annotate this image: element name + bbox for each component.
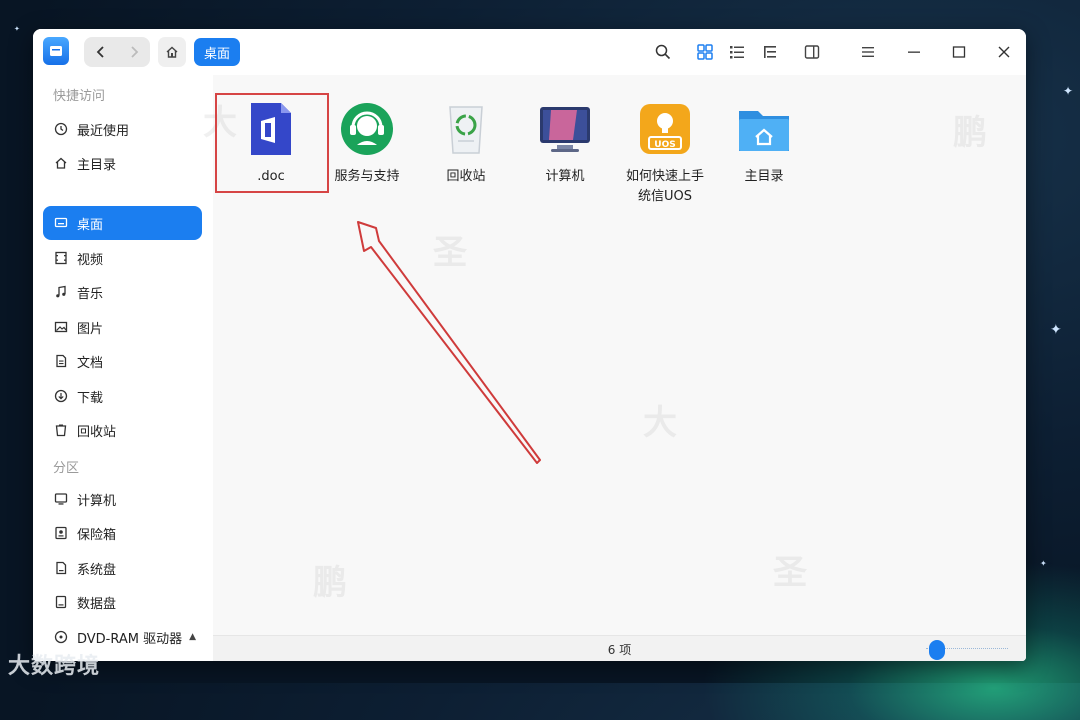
sidebar-item-label: 桌面 [77, 217, 104, 233]
navigation-buttons [84, 37, 150, 67]
sidebar-item-data-disk[interactable]: 数据盘 [43, 585, 202, 619]
document-icon [53, 353, 69, 369]
list-view-icon [730, 46, 744, 59]
sidebar-group-quick-access: 快捷访问 [53, 89, 106, 104]
back-button[interactable] [84, 37, 117, 67]
sidebar-item-label: 计算机 [77, 493, 117, 509]
star-decoration: ✦ [1063, 84, 1074, 98]
annotation-arrow [357, 221, 541, 464]
sidebar-item-safe[interactable]: 保险箱 [43, 516, 202, 550]
main-menu-button[interactable] [857, 41, 879, 63]
sidebar-item-label: 图片 [77, 321, 104, 337]
sidebar-item-label: 数据盘 [77, 596, 117, 612]
sidebar-item-music[interactable]: 音乐 [43, 275, 202, 309]
close-button[interactable] [993, 41, 1015, 63]
sidebar-item-label: 文档 [77, 355, 104, 371]
disk-icon [53, 560, 69, 576]
eject-icon[interactable]: ▲ [189, 632, 196, 642]
sidebar-item-label: 主目录 [77, 157, 117, 173]
sidebar-item-recent[interactable]: 最近使用 [43, 112, 202, 146]
computer-icon [53, 491, 69, 507]
image-icon [53, 319, 69, 335]
sidebar-item-label: 最近使用 [77, 123, 130, 139]
sidebar-item-label: 视频 [77, 252, 104, 268]
maximize-icon [952, 46, 966, 58]
breadcrumb-current[interactable]: 桌面 [194, 38, 241, 66]
close-icon [998, 46, 1010, 58]
sidebar-item-downloads[interactable]: 下载 [43, 379, 202, 413]
sidebar-panel-icon [804, 45, 820, 59]
desktop-icon [53, 215, 69, 231]
search-icon [655, 44, 671, 60]
home-icon [166, 46, 178, 58]
dvd-icon [53, 629, 69, 645]
star-decoration: ✦ [14, 25, 20, 33]
video-icon [53, 250, 69, 266]
file-manager-app-icon[interactable] [43, 37, 69, 65]
sidebar-item-computer[interactable]: 计算机 [43, 482, 202, 516]
maximize-button[interactable] [948, 41, 970, 63]
file-manager-window: 桌面 快捷访问 最近使用 主目录 桌面 视频 音乐 图片 文档 下载 回收站 分… [33, 29, 1026, 661]
sidebar: 快捷访问 最近使用 主目录 桌面 视频 音乐 图片 文档 下载 回收站 分区 计… [33, 75, 213, 661]
clock-icon [53, 121, 69, 137]
icon-size-slider-handle[interactable] [929, 640, 945, 660]
sidebar-item-label: 保险箱 [77, 527, 117, 543]
sidebar-group-partitions: 分区 [53, 461, 80, 476]
star-decoration: ✦ [1040, 559, 1047, 568]
sidebar-item-label: 音乐 [77, 286, 104, 302]
tree-view-icon [764, 46, 776, 58]
disk-icon [53, 594, 69, 610]
sidebar-item-label: 系统盘 [77, 562, 117, 578]
star-decoration: ✦ [1050, 322, 1062, 338]
file-view: 大 圣 大 鹏 圣 鹏 .doc 服务与支持 回收站 计算机 UOS 如何快速上… [203, 75, 1026, 661]
music-icon [53, 284, 69, 300]
sidebar-item-desktop[interactable]: 桌面 [43, 206, 202, 240]
grid-view-icon [697, 44, 713, 60]
breadcrumb-home-button[interactable] [158, 37, 186, 67]
sidebar-item-videos[interactable]: 视频 [43, 241, 202, 275]
sidebar-item-system-disk[interactable]: 系统盘 [43, 551, 202, 585]
download-icon [53, 388, 69, 404]
forward-button[interactable] [117, 37, 150, 67]
sidebar-item-pictures[interactable]: 图片 [43, 310, 202, 344]
item-count: 6 项 [607, 643, 632, 657]
search-button[interactable] [652, 41, 674, 63]
minimize-icon [908, 51, 920, 53]
minimize-button[interactable] [903, 41, 925, 63]
sidebar-item-label: DVD-RAM 驱动器 [77, 631, 183, 647]
list-view-button[interactable] [726, 41, 748, 63]
sidebar-item-home[interactable]: 主目录 [43, 146, 202, 180]
icon-view-button[interactable] [694, 41, 716, 63]
trash-icon [53, 422, 69, 438]
detail-panel-button[interactable] [801, 41, 823, 63]
safe-icon [53, 525, 69, 541]
sidebar-item-documents[interactable]: 文档 [43, 344, 202, 378]
menu-icon [862, 47, 874, 57]
tree-view-button[interactable] [759, 41, 781, 63]
home-icon [53, 155, 69, 171]
status-bar: 6 项 [213, 635, 1026, 661]
brand-watermark: 大数跨境 [8, 654, 101, 679]
sidebar-item-label: 下载 [77, 390, 104, 406]
sidebar-item-trash[interactable]: 回收站 [43, 413, 202, 447]
titlebar: 桌面 [33, 29, 1026, 75]
sidebar-item-label: 回收站 [77, 424, 117, 440]
